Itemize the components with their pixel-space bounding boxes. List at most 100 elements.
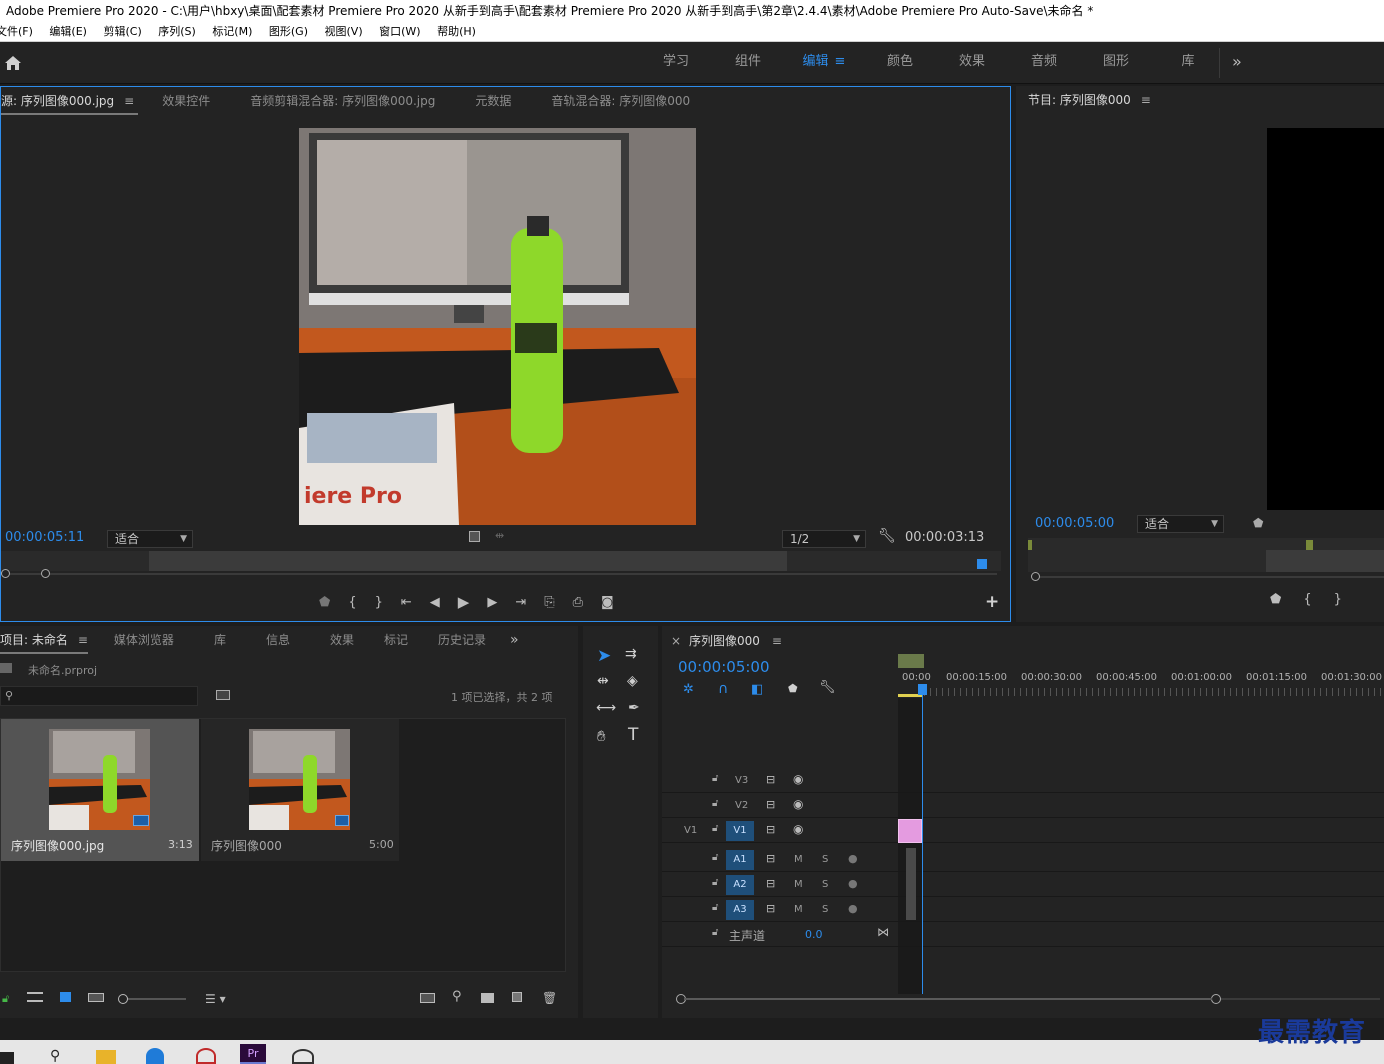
home-icon[interactable] bbox=[4, 54, 22, 72]
microphone-icon[interactable]: ● bbox=[848, 877, 858, 890]
type-tool-icon[interactable]: T bbox=[628, 725, 638, 745]
track-a3-label[interactable]: A3 bbox=[726, 900, 754, 920]
freeform-view-icon[interactable] bbox=[88, 993, 104, 1002]
tab-effect-controls[interactable]: 效果控件 bbox=[162, 87, 210, 115]
hand-tool-icon[interactable]: ✋︎ bbox=[597, 727, 606, 745]
project-item[interactable]: 序列图像000.jpg 3:13 bbox=[1, 719, 199, 861]
insert-icon[interactable]: ⎘ bbox=[544, 595, 554, 610]
sync-lock-icon[interactable]: ⊟ bbox=[766, 823, 775, 836]
microphone-icon[interactable]: ● bbox=[848, 902, 858, 915]
menu-graphics[interactable]: 图形(G) bbox=[269, 22, 308, 42]
new-bin-icon[interactable] bbox=[481, 993, 494, 1003]
track-a1[interactable]: 🔓︎ A1 ⊟ M S ● bbox=[662, 848, 1384, 872]
lock-icon[interactable]: 🔓︎ bbox=[712, 798, 718, 809]
source-patch-v1[interactable]: V1 bbox=[684, 825, 697, 836]
slider-handle[interactable] bbox=[118, 994, 128, 1004]
solo-button[interactable]: S bbox=[822, 904, 828, 915]
workspace-more-icon[interactable]: » bbox=[1232, 52, 1242, 71]
sync-lock-icon[interactable]: ⊟ bbox=[766, 877, 775, 890]
mark-out-icon[interactable]: } bbox=[375, 595, 383, 610]
clear-trash-icon[interactable]: 🗑︎ bbox=[542, 991, 557, 1005]
icon-view-icon[interactable] bbox=[60, 992, 71, 1002]
add-marker-icon[interactable]: ⬟ bbox=[319, 595, 330, 610]
eye-icon[interactable]: ◉ bbox=[793, 772, 803, 786]
source-video-frame[interactable]: iere Pro bbox=[299, 128, 696, 525]
overwrite-icon[interactable]: ⎙ bbox=[573, 595, 583, 610]
selection-tool-icon[interactable]: ➤ bbox=[597, 646, 611, 666]
mark-in-icon[interactable]: { bbox=[1303, 592, 1311, 607]
workspace-effects[interactable]: 效果 bbox=[936, 42, 1008, 84]
mark-in-icon[interactable]: { bbox=[348, 595, 356, 610]
project-more-icon[interactable]: » bbox=[510, 626, 519, 654]
source-panel-menu-icon[interactable]: ≡ bbox=[124, 94, 134, 108]
pen-tool-icon[interactable]: ✒ bbox=[628, 700, 640, 716]
source-time-ruler[interactable] bbox=[1, 551, 1001, 571]
mute-button[interactable]: M bbox=[794, 879, 803, 890]
tab-libraries[interactable]: 库 bbox=[214, 626, 226, 654]
new-item-icon[interactable] bbox=[512, 992, 522, 1002]
lock-icon[interactable]: 🔓︎ bbox=[712, 823, 718, 834]
menu-clip[interactable]: 剪辑(C) bbox=[103, 22, 141, 42]
menu-view[interactable]: 视图(V) bbox=[325, 22, 363, 42]
tab-program[interactable]: 节目: 序列图像000 ≡ bbox=[1028, 86, 1151, 114]
menu-marker[interactable]: 标记(M) bbox=[212, 22, 252, 42]
tab-metadata[interactable]: 元数据 bbox=[475, 87, 511, 115]
track-v2-label[interactable]: V2 bbox=[735, 800, 748, 811]
project-panel-menu-icon[interactable]: ≡ bbox=[78, 633, 88, 647]
ripple-edit-tool-icon[interactable]: ⇹ bbox=[597, 673, 609, 689]
program-timecode-playhead[interactable]: 00:00:05:00 bbox=[1035, 516, 1114, 531]
program-marker-icon[interactable]: ⬟ bbox=[1253, 516, 1263, 530]
track-v3-label[interactable]: V3 bbox=[735, 775, 748, 786]
find-icon[interactable]: ⚲ bbox=[452, 989, 462, 1004]
source-resolution-dropdown[interactable]: 1/2 ▼ bbox=[782, 530, 866, 548]
tab-media-browser[interactable]: 媒体浏览器 bbox=[114, 626, 174, 654]
mark-out-icon[interactable]: } bbox=[1334, 592, 1342, 607]
tab-timeline-sequence[interactable]: 序列图像000 ≡ bbox=[689, 632, 782, 649]
timeline-close-icon[interactable]: × bbox=[671, 634, 681, 648]
source-playhead-marker[interactable] bbox=[977, 559, 987, 569]
zoom-handle-right[interactable] bbox=[41, 569, 50, 578]
source-fit-dropdown[interactable]: 适合 ▼ bbox=[107, 530, 193, 548]
track-v2[interactable]: 🔓︎ V2 ⊟ ◉ bbox=[662, 794, 1384, 818]
tab-source[interactable]: 源: 序列图像000.jpg ≡ bbox=[1, 87, 139, 115]
eye-icon[interactable]: ◉ bbox=[793, 797, 803, 811]
workspace-color[interactable]: 颜色 bbox=[864, 42, 936, 84]
solo-button[interactable]: S bbox=[822, 879, 828, 890]
program-zoom-scroll[interactable] bbox=[1031, 572, 1384, 581]
tab-info[interactable]: 信息 bbox=[266, 626, 290, 654]
export-frame-camera-icon[interactable]: ◙ bbox=[601, 595, 614, 610]
zoom-handle-left[interactable] bbox=[1, 569, 10, 578]
track-v1-label[interactable]: V1 bbox=[726, 821, 754, 841]
tab-effects[interactable]: 效果 bbox=[330, 626, 354, 654]
workspace-menu-icon[interactable]: ≡ bbox=[835, 54, 846, 69]
linked-selection-icon[interactable]: ◧ bbox=[751, 682, 763, 697]
timeline-panel-menu-icon[interactable]: ≡ bbox=[772, 634, 782, 648]
solo-button[interactable]: S bbox=[822, 854, 828, 865]
project-item[interactable]: 序列图像000 5:00 bbox=[201, 719, 399, 861]
workspace-learn[interactable]: 学习 bbox=[640, 42, 712, 84]
thumbnail-size-slider[interactable] bbox=[118, 994, 186, 1004]
button-editor-add-icon[interactable]: + bbox=[985, 592, 999, 612]
project-search-input[interactable]: ⚲ bbox=[0, 686, 198, 706]
tab-history[interactable]: 历史记录 bbox=[438, 626, 486, 654]
timeline-timecode[interactable]: 00:00:05:00 bbox=[678, 658, 770, 676]
wrench-icon[interactable]: 🔧︎ bbox=[819, 680, 836, 695]
nest-toggle-icon[interactable]: ✲ bbox=[683, 682, 694, 697]
tab-markers[interactable]: 标记 bbox=[384, 626, 408, 654]
workspace-graphics[interactable]: 图形 bbox=[1080, 42, 1152, 84]
menu-window[interactable]: 窗口(W) bbox=[379, 22, 420, 42]
go-to-endpoint-icon[interactable]: ⋈ bbox=[877, 925, 889, 939]
lock-icon[interactable]: 🔓︎ bbox=[2, 992, 9, 1006]
app-icon[interactable] bbox=[196, 1048, 216, 1064]
step-back-icon[interactable]: ◀ bbox=[430, 595, 440, 610]
add-marker-icon[interactable]: ⬟ bbox=[788, 682, 798, 695]
zoom-handle-right[interactable] bbox=[1211, 994, 1221, 1004]
source-timecode-playhead[interactable]: 00:00:05:11 bbox=[5, 530, 84, 545]
edge-browser-icon[interactable] bbox=[146, 1048, 164, 1064]
tab-audio-clip-mixer[interactable]: 音频剪辑混合器: 序列图像000.jpg bbox=[250, 87, 435, 115]
workspace-assembly[interactable]: 组件 bbox=[712, 42, 784, 84]
menu-help[interactable]: 帮助(H) bbox=[437, 22, 476, 42]
master-volume-value[interactable]: 0.0 bbox=[805, 928, 823, 941]
track-a2[interactable]: 🔓︎ A2 ⊟ M S ● bbox=[662, 873, 1384, 897]
track-select-tool-icon[interactable]: ⇉ bbox=[625, 646, 637, 662]
